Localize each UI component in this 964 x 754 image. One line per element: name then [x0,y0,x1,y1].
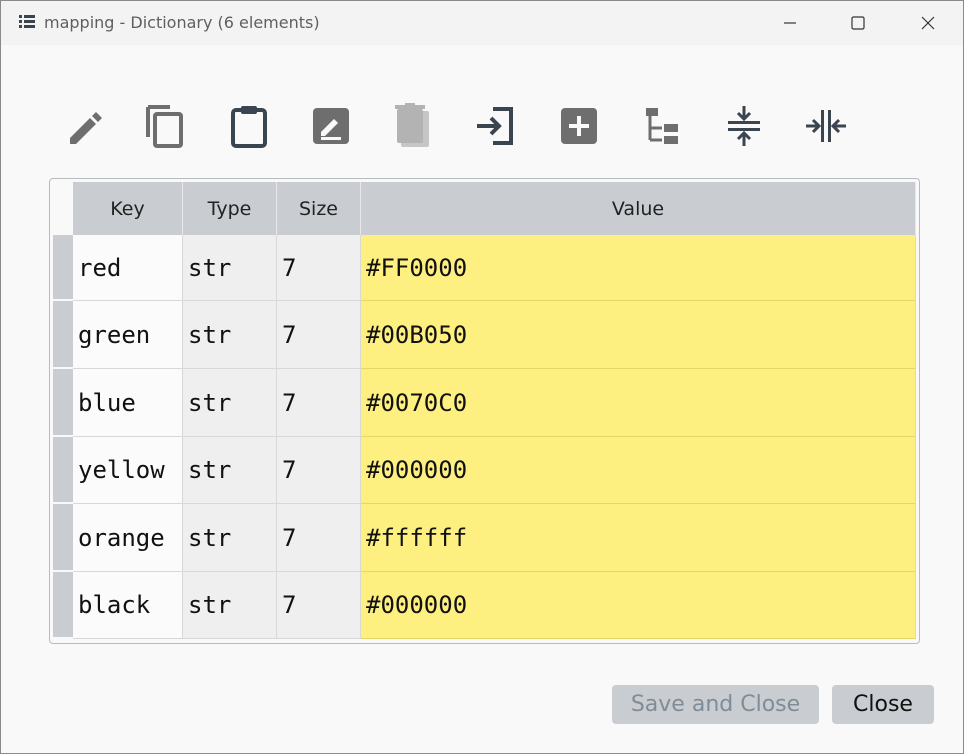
minimize-icon [784,22,796,24]
dictionary-dialog: mapping - Dictionary (6 elements) Key Ty… [0,0,964,754]
window-title: mapping - Dictionary (6 elements) [44,13,320,32]
edit-box-icon [313,108,349,144]
maximize-button[interactable] [823,1,893,45]
column-header-value[interactable]: Value [361,182,916,235]
table-cell-size[interactable]: 7 [277,301,361,369]
table-cell-key[interactable]: red [73,235,183,301]
table-cell-key[interactable]: orange [73,504,183,572]
row-header[interactable] [53,437,73,502]
table-cell-value[interactable]: #000000 [361,572,916,639]
table-cell-key[interactable]: green [73,301,183,369]
collapse-rows-button[interactable] [719,101,769,151]
copy-button[interactable] [140,101,190,151]
table-cell-type[interactable]: str [183,369,277,437]
table-cell-type[interactable]: str [183,301,277,369]
add-icon [561,108,597,144]
add-button[interactable] [554,101,604,151]
row-header[interactable] [53,572,73,637]
table-cell-size[interactable]: 7 [277,369,361,437]
title-bar[interactable]: mapping - Dictionary (6 elements) [1,1,963,45]
collapse-columns-button[interactable] [801,101,851,151]
table-cell-size[interactable]: 7 [277,437,361,504]
rename-button[interactable] [306,101,356,151]
save-and-close-button[interactable]: Save and Close [612,685,819,724]
import-button[interactable] [470,101,520,151]
tree-view-button[interactable] [637,101,687,151]
table-cell-value[interactable]: #00B050 [361,301,916,369]
import-icon [477,107,513,145]
collapse-rows-icon [728,106,760,146]
edit-button[interactable] [59,101,109,151]
table-cell-key[interactable]: blue [73,369,183,437]
table-cell-size[interactable]: 7 [277,504,361,572]
table-cell-value[interactable]: #000000 [361,437,916,504]
close-icon [921,16,935,30]
table-cell-type[interactable]: str [183,235,277,301]
pencil-icon [70,112,102,144]
table-cell-value[interactable]: #ffffff [361,504,916,572]
close-window-button[interactable] [893,1,963,45]
table-cell-size[interactable]: 7 [277,572,361,639]
clipboard-icon [231,106,267,148]
tree-icon [646,108,678,144]
table-cell-key[interactable]: black [73,572,183,639]
paste-button[interactable] [224,101,274,151]
delete-button[interactable] [388,101,438,151]
row-header[interactable] [53,504,73,570]
column-header-key[interactable]: Key [73,182,183,235]
table-cell-value[interactable]: #FF0000 [361,235,916,301]
list-icon [19,15,35,28]
table-cell-type[interactable]: str [183,504,277,572]
close-button[interactable]: Close [832,685,934,724]
column-header-size[interactable]: Size [277,182,361,235]
row-header[interactable] [53,369,73,435]
row-header[interactable] [53,301,73,367]
table-cell-type[interactable]: str [183,437,277,504]
minimize-button[interactable] [755,1,825,45]
dictionary-table: Key Type Size Value red str 7 #FF0000 green s… [49,178,920,644]
copy-icon [146,105,183,148]
table-cell-size[interactable]: 7 [277,235,361,301]
delete-icon [395,103,429,147]
column-header-type[interactable]: Type [183,182,277,235]
collapse-columns-icon [806,110,846,142]
table-cell-type[interactable]: str [183,572,277,639]
table-cell-value[interactable]: #0070C0 [361,369,916,437]
maximize-icon [851,16,865,30]
row-header[interactable] [53,235,73,299]
table-cell-key[interactable]: yellow [73,437,183,504]
